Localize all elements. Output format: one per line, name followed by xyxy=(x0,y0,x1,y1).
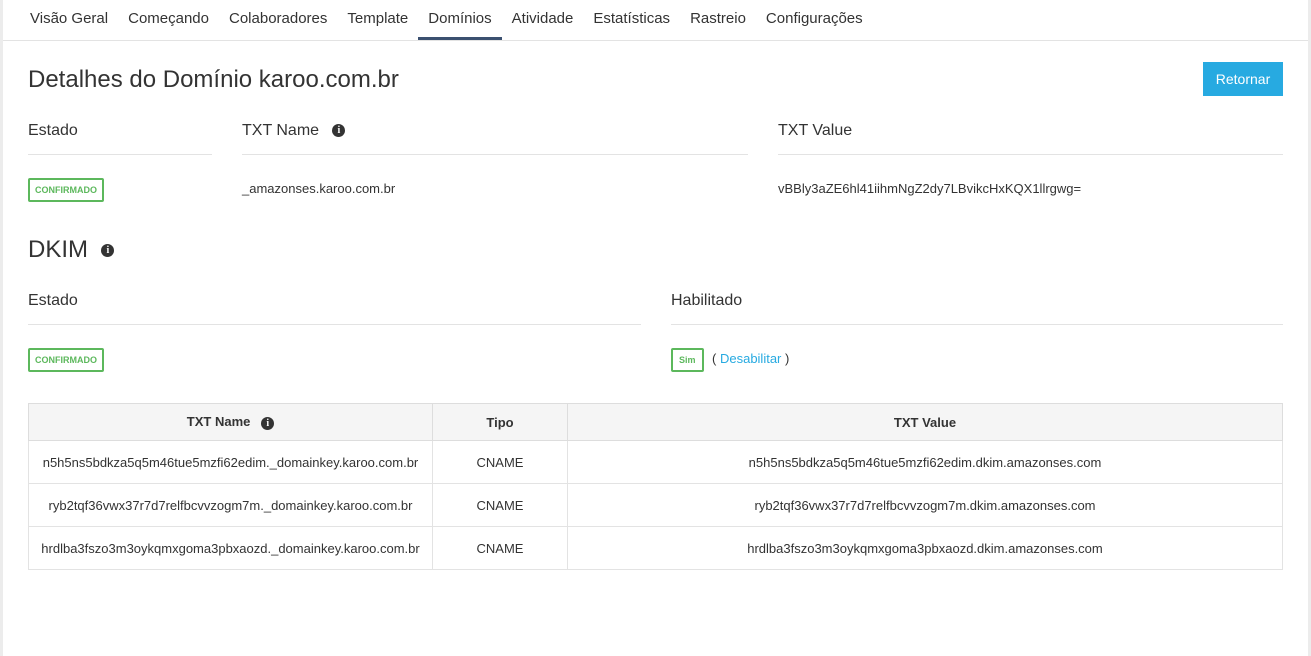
txt-name-value: _amazonses.karoo.com.br xyxy=(242,181,396,196)
tab-estatisticas[interactable]: Estatísticas xyxy=(583,0,680,40)
dkim-habilitado-label-text: Habilitado xyxy=(671,292,743,309)
dkim-estado-label-text: Estado xyxy=(28,292,78,309)
info-icon[interactable]: i xyxy=(101,244,115,258)
cell-txt-name: ryb2tqf36vwx37r7d7relfbcvvzogm7m._domain… xyxy=(28,483,433,527)
th-txt-name-text: TXT Name xyxy=(186,414,251,430)
cell-tipo: CNAME xyxy=(432,526,568,570)
return-button[interactable]: Retornar xyxy=(1203,62,1283,96)
table-row: hrdlba3fszo3m3oykqmxgoma3pbxaozd._domain… xyxy=(28,526,1283,570)
estado-label-text: Estado xyxy=(28,122,78,139)
status-badge: CONFIRMADO xyxy=(28,178,104,202)
txt-value-value: vBBly3aZE6hl41iihmNgZ2dy7LBvikcHxKQX1llr… xyxy=(778,181,1082,196)
top-nav: Visão Geral Começando Colaboradores Temp… xyxy=(3,0,1308,41)
dkim-estado-label: Estado xyxy=(28,292,641,325)
cell-txt-value: hrdlba3fszo3m3oykqmxgoma3pbxaozd.dkim.am… xyxy=(567,526,1283,570)
cell-txt-value: ryb2tqf36vwx37r7d7relfbcvvzogm7m.dkim.am… xyxy=(567,483,1283,527)
close-paren: ) xyxy=(785,351,790,366)
cell-txt-name: hrdlba3fszo3m3oykqmxgoma3pbxaozd._domain… xyxy=(28,526,433,570)
table-row: ryb2tqf36vwx37r7d7relfbcvvzogm7m._domain… xyxy=(28,483,1283,527)
disable-link[interactable]: Desabilitar xyxy=(720,351,781,366)
txt-name-label-text: TXT Name xyxy=(242,122,320,139)
txt-name-label: TXT Name i xyxy=(242,122,748,155)
dkim-heading: DKIM i xyxy=(28,236,115,264)
tab-dominios[interactable]: Domínios xyxy=(418,0,502,40)
txt-value-label: TXT Value xyxy=(778,122,1283,155)
open-paren: ( xyxy=(712,351,717,366)
estado-label: Estado xyxy=(28,122,212,155)
txt-value-label-text: TXT Value xyxy=(778,122,853,139)
dkim-habilitado-label: Habilitado xyxy=(671,292,1283,325)
cell-tipo: CNAME xyxy=(432,440,568,484)
tab-template[interactable]: Template xyxy=(337,0,418,40)
th-tipo: Tipo xyxy=(432,403,568,441)
cell-txt-name: n5h5ns5bdkza5q5m46tue5mzfi62edim._domain… xyxy=(28,440,433,484)
dkim-table: TXT Name i Tipo TXT Value n5h5ns5bdkza5q… xyxy=(28,403,1283,570)
tab-comecando[interactable]: Começando xyxy=(118,0,219,40)
cell-tipo: CNAME xyxy=(432,483,568,527)
tab-colaboradores[interactable]: Colaboradores xyxy=(219,0,337,40)
table-row: n5h5ns5bdkza5q5m46tue5mzfi62edim._domain… xyxy=(28,440,1283,484)
dkim-enabled-badge: Sim xyxy=(671,348,704,372)
tab-configuracoes[interactable]: Configurações xyxy=(756,0,873,40)
info-icon[interactable]: i xyxy=(261,416,275,430)
th-txt-value: TXT Value xyxy=(567,403,1283,441)
disable-wrapper: ( Desabilitar ) xyxy=(712,351,789,366)
dkim-title: DKIM xyxy=(28,236,88,263)
th-txt-name: TXT Name i xyxy=(28,403,433,441)
cell-txt-value: n5h5ns5bdkza5q5m46tue5mzfi62edim.dkim.am… xyxy=(567,440,1283,484)
dkim-status-badge: CONFIRMADO xyxy=(28,348,104,372)
page-title: Detalhes do Domínio karoo.com.br xyxy=(28,66,399,93)
tab-atividade[interactable]: Atividade xyxy=(502,0,584,40)
tab-rastreio[interactable]: Rastreio xyxy=(680,0,756,40)
info-icon[interactable]: i xyxy=(332,124,346,138)
tab-visao-geral[interactable]: Visão Geral xyxy=(20,0,118,40)
